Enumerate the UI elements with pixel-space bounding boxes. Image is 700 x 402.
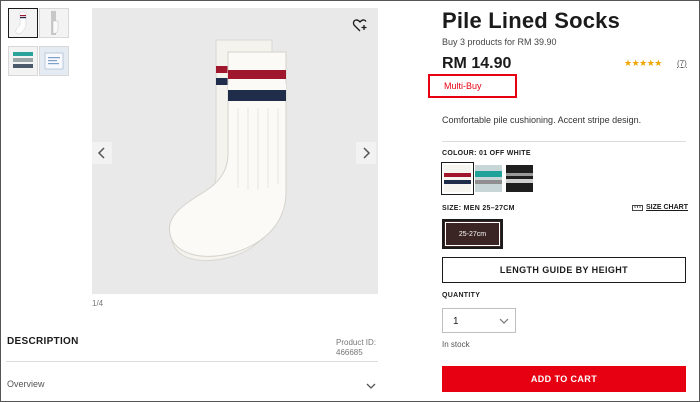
- image-counter: 1/4: [92, 299, 104, 308]
- review-count-link[interactable]: (7): [677, 59, 687, 68]
- size-chart-link[interactable]: SIZE CHART: [632, 204, 688, 211]
- prev-image-button[interactable]: [92, 142, 112, 164]
- size-chart-label: SIZE CHART: [646, 204, 688, 211]
- chevron-down-icon[interactable]: [366, 378, 376, 389]
- product-id-value: 466685: [336, 348, 363, 357]
- thumbnail-1[interactable]: [8, 8, 38, 38]
- thumbnail-3[interactable]: [8, 46, 38, 76]
- colour-swatch-green[interactable]: [475, 165, 502, 192]
- quantity-value: 1: [453, 316, 459, 327]
- thumbnail-4[interactable]: [39, 46, 69, 76]
- length-guide-button[interactable]: LENGTH GUIDE BY HEIGHT: [442, 257, 686, 283]
- chevron-down-icon: [499, 318, 509, 324]
- description-heading: DESCRIPTION: [7, 336, 79, 347]
- colour-swatch-off-white[interactable]: [441, 162, 474, 195]
- ruler-icon: [632, 204, 643, 211]
- product-features: Comfortable pile cushioning. Accent stri…: [442, 115, 642, 125]
- product-price: RM 14.90: [442, 55, 512, 72]
- chevron-right-icon: [363, 147, 371, 159]
- quantity-label: QUANTITY: [442, 292, 481, 299]
- size-label: SIZE: MEN 25–27CM: [442, 205, 515, 212]
- quantity-select[interactable]: 1: [442, 308, 516, 333]
- socks-set-icon: [13, 52, 33, 68]
- sock-worn-icon: [51, 11, 59, 35]
- multi-buy-badge: Multi-Buy: [428, 74, 517, 98]
- multi-buy-label: Multi-Buy: [444, 81, 482, 91]
- divider: [442, 141, 686, 142]
- colour-label: COLOUR: 01 OFF WHITE: [442, 150, 531, 157]
- thumbnail-2[interactable]: [39, 8, 69, 38]
- promo-text: Buy 3 products for RM 39.90: [442, 37, 557, 47]
- next-image-button[interactable]: [356, 142, 376, 164]
- product-id-label: Product ID:: [336, 338, 377, 347]
- product-id: Product ID: 466685: [336, 338, 376, 358]
- divider: [6, 361, 378, 362]
- socks-image: [168, 39, 287, 262]
- chevron-left-icon: [97, 147, 105, 159]
- rating-stars: ★★★★★: [624, 58, 662, 68]
- wishlist-heart-icon[interactable]: [352, 17, 368, 33]
- add-to-cart-button[interactable]: ADD TO CART: [442, 366, 686, 392]
- main-product-image: [92, 8, 378, 294]
- stock-status: In stock: [442, 340, 470, 349]
- product-title: Pile Lined Socks: [442, 8, 621, 33]
- colour-swatch-black[interactable]: [506, 165, 533, 192]
- overview-toggle[interactable]: Overview: [7, 379, 45, 389]
- size-info-icon: [44, 52, 64, 70]
- sock-thumbnail-icon: [15, 11, 27, 35]
- size-option-25-27cm[interactable]: 25-27cm: [442, 219, 503, 249]
